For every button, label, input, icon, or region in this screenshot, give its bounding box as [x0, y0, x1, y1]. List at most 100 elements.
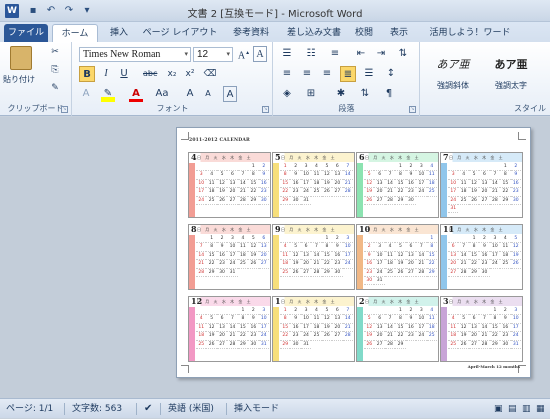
- paste-icon[interactable]: [10, 46, 32, 70]
- italic-button[interactable]: I: [99, 66, 113, 82]
- line-spacing-icon[interactable]: ↕: [384, 66, 398, 82]
- day-cell: 14: [458, 252, 469, 261]
- tab-page-layout[interactable]: ページ レイアウト: [140, 24, 220, 42]
- divider: [64, 403, 65, 415]
- day-cell: 20: [227, 188, 238, 197]
- print-layout-icon[interactable]: ▣: [494, 399, 503, 419]
- outline-icon[interactable]: ▦: [536, 399, 545, 419]
- font-name-combo[interactable]: Times New Roman ▾: [79, 47, 191, 62]
- status-insert-mode[interactable]: 挿入モード: [234, 399, 279, 419]
- day-cell: 10: [416, 315, 427, 324]
- day-grid: 1 2 3 4 5 6 7 8 9 10 11 12 13 14 15 16 17 18 19 20 21 22 23 24 2…: [280, 307, 353, 360]
- clear-format-icon[interactable]: ⌫: [203, 66, 217, 82]
- style-emphasis-bold[interactable]: あア亜 強調太字: [483, 48, 539, 102]
- font-color-button[interactable]: A: [129, 86, 143, 102]
- month-color-band: [357, 307, 363, 361]
- bold-button[interactable]: B: [79, 66, 95, 82]
- full-screen-icon[interactable]: ▤: [508, 399, 517, 419]
- grow-font-button[interactable]: A▲: [237, 46, 251, 62]
- copy-icon[interactable]: ⎘: [48, 62, 62, 78]
- highlight-icon[interactable]: ✎: [101, 86, 115, 102]
- day-cell: 3: [300, 163, 312, 172]
- justify-icon[interactable]: ≣: [340, 66, 356, 82]
- day-cell: 25: [458, 197, 469, 205]
- text-effects-button[interactable]: A: [79, 86, 93, 102]
- cut-icon[interactable]: ✂: [48, 44, 62, 60]
- day-cell: 14: [227, 324, 238, 333]
- day-cell: 4: [311, 163, 322, 172]
- bullets-icon[interactable]: ☰: [280, 46, 294, 62]
- day-cell: [479, 163, 490, 172]
- show-marks-icon[interactable]: ¶: [382, 86, 396, 102]
- superscript-button[interactable]: x²: [183, 66, 197, 82]
- sort-text-icon[interactable]: ⇅: [358, 86, 372, 102]
- day-cell: 26: [364, 341, 375, 349]
- asian-layout-icon[interactable]: ✱: [334, 86, 348, 102]
- increase-indent-icon[interactable]: ⇥: [374, 46, 388, 62]
- day-cell: 13: [258, 243, 269, 252]
- shading-icon[interactable]: ◈: [280, 86, 294, 102]
- tab-review[interactable]: 校閲: [350, 24, 378, 42]
- weekday-header: 日 月 火 水 木 金 土: [449, 227, 505, 232]
- tab-insert[interactable]: 挿入: [104, 24, 134, 42]
- status-language[interactable]: 英語 (米国): [168, 399, 214, 419]
- strikethrough-button[interactable]: abc: [143, 66, 157, 82]
- style-sample: あア亜: [494, 58, 528, 71]
- proofing-icon[interactable]: ✔: [144, 399, 152, 419]
- sort-icon[interactable]: ⇅: [396, 46, 410, 62]
- numbering-icon[interactable]: ☷: [304, 46, 318, 62]
- day-cell: 29: [426, 269, 437, 277]
- shrink-font-size-button[interactable]: A: [201, 86, 215, 102]
- day-cell: 6: [448, 243, 459, 252]
- day-cell: 18: [458, 188, 469, 197]
- day-cell: 18: [448, 332, 459, 341]
- clipboard-launcher-icon[interactable]: ↘: [61, 106, 68, 113]
- subscript-button[interactable]: x₂: [165, 66, 179, 82]
- change-case-button[interactable]: Aa: [155, 86, 169, 102]
- day-cell: 26: [468, 197, 480, 205]
- paragraph-launcher-icon[interactable]: ↘: [409, 106, 416, 113]
- tab-references[interactable]: 参考資料: [226, 24, 276, 42]
- day-cell: 12: [458, 324, 469, 333]
- format-painter-icon[interactable]: ✎: [48, 80, 62, 96]
- font-dialog-button[interactable]: A: [253, 46, 267, 62]
- day-cell: 10: [227, 243, 238, 252]
- decrease-indent-icon[interactable]: ⇤: [354, 46, 368, 62]
- grow-font-size-button[interactable]: A: [183, 86, 197, 102]
- weekday-header: 日 月 火 水 木 金 土: [365, 227, 421, 232]
- distribute-icon[interactable]: ☰: [362, 66, 376, 82]
- style-emphasis-italic[interactable]: あア亜 強調斜体: [425, 48, 481, 102]
- document-page[interactable]: 2011-2012 CALENDAR 4日 月 火 水 木 金 土1234567…: [176, 127, 531, 378]
- tab-view[interactable]: 表示: [384, 24, 414, 42]
- status-page[interactable]: ページ: 1/1: [6, 399, 53, 419]
- day-cell: 14: [237, 180, 249, 189]
- day-cell: 25: [384, 269, 396, 277]
- multilevel-list-icon[interactable]: ≡: [328, 46, 342, 62]
- day-cell: 8: [237, 315, 249, 324]
- borders-icon[interactable]: ⊞: [304, 86, 318, 102]
- weekday-header: 日 月 火 水 木 金 土: [197, 155, 253, 160]
- align-center-icon[interactable]: ≡: [300, 66, 314, 82]
- day-cell: 18: [311, 180, 322, 189]
- day-cell: 18: [311, 324, 322, 333]
- day-cell: 2: [332, 235, 343, 244]
- paste-button[interactable]: 貼り付け: [3, 74, 35, 85]
- align-left-icon[interactable]: ≡: [280, 66, 294, 82]
- tab-home[interactable]: ホーム: [52, 24, 98, 42]
- day-cell: 13: [374, 324, 385, 333]
- day-cell: 7: [479, 315, 490, 324]
- day-cell: 11: [311, 171, 322, 180]
- font-launcher-icon[interactable]: ↘: [262, 106, 269, 113]
- tab-mailings[interactable]: 差し込み文書: [282, 24, 346, 42]
- underline-button[interactable]: U: [117, 66, 131, 82]
- align-right-icon[interactable]: ≡: [320, 66, 334, 82]
- status-words[interactable]: 文字数: 563: [72, 399, 122, 419]
- tab-file[interactable]: ファイル: [4, 24, 48, 42]
- day-cell: 21: [227, 332, 238, 341]
- font-size-combo[interactable]: 12 ▾: [193, 47, 233, 62]
- day-cell: 30: [258, 197, 269, 205]
- web-layout-icon[interactable]: ▥: [522, 399, 531, 419]
- char-border-button[interactable]: A: [223, 86, 237, 102]
- tab-katsuyou-word[interactable]: 活用しよう！ワード: [420, 24, 520, 42]
- day-cell: 31: [510, 341, 521, 349]
